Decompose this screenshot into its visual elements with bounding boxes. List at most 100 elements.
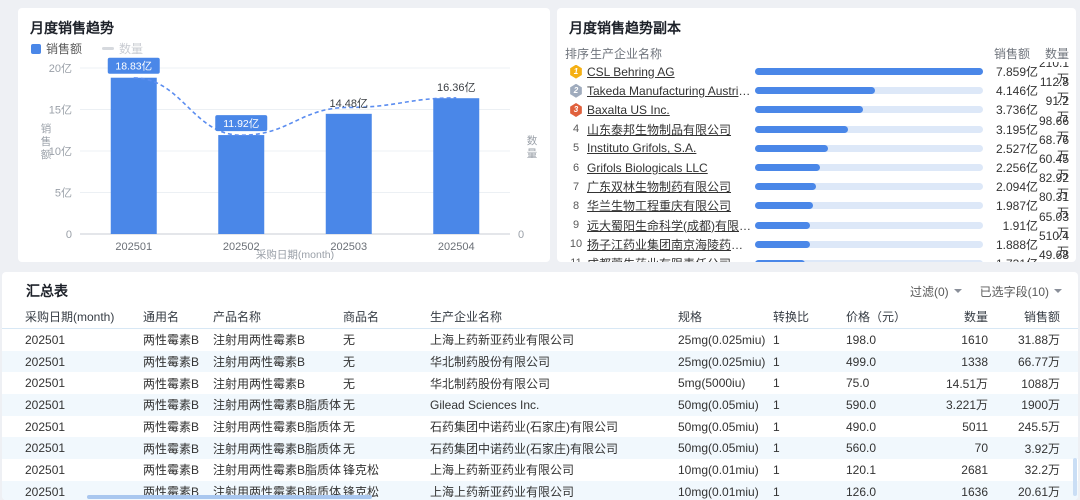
manufacturer-link[interactable]: 广东双林生物制药有限公司 <box>587 178 755 195</box>
sales-value: 1.888亿 <box>989 236 1038 253</box>
table-cell: 490.0 <box>846 420 926 434</box>
table-cell: 无 <box>343 396 430 413</box>
table-cell: 50mg(0.05miu) <box>678 420 773 434</box>
table-cell: 华北制药股份有限公司 <box>430 353 678 370</box>
vertical-scrollbar-thumb[interactable] <box>1073 458 1077 496</box>
table-cell: 5mg(5000iu) <box>678 376 773 390</box>
sales-bar-fill <box>755 164 820 171</box>
table-header-cell: 规格 <box>678 308 773 325</box>
bar-202503[interactable] <box>326 114 372 234</box>
table-cell: 1 <box>773 485 846 499</box>
y-axis-tick: 20亿 <box>49 62 72 75</box>
table-cell: Gilead Sciences Inc. <box>430 398 678 412</box>
sales-value: 4.146亿 <box>989 82 1038 99</box>
caret-down-icon <box>1054 289 1062 297</box>
table-cell: 1 <box>773 333 846 347</box>
table-cell: 注射用两性霉素B <box>213 353 343 370</box>
manufacturer-link[interactable]: Baxalta US Inc. <box>587 103 755 117</box>
table-cell: 注射用两性霉素B脂质体 <box>213 396 343 413</box>
table-cell: 14.51万 <box>926 375 988 392</box>
manufacturer-link[interactable]: 扬子江药业集团南京海陵药业有限公司,江苏... <box>587 236 755 253</box>
rank-number: 4 <box>573 123 579 135</box>
table-cell: 1 <box>773 463 846 477</box>
table-cell: 1338 <box>926 355 988 369</box>
selected-fields-dropdown[interactable]: 已选字段(10) <box>980 283 1062 300</box>
table-row: 202501两性霉素B注射用两性霉素B脂质体锋克松上海上药新亚药业有限公司10m… <box>2 459 1078 481</box>
table-cell: 560.0 <box>846 441 926 455</box>
x-axis-title: 采购日期(month) <box>256 248 334 260</box>
manufacturer-link[interactable]: 山东泰邦生物制品有限公司 <box>587 121 755 138</box>
rank-number: 8 <box>573 200 579 212</box>
ranking-row: 1 CSL Behring AG 7.859亿 210.1万 <box>557 62 1076 81</box>
table-cell: 10mg(0.01miu) <box>678 463 773 477</box>
bar-202504[interactable] <box>433 98 479 234</box>
table-row: 202501两性霉素B注射用两性霉素B无华北制药股份有限公司25mg(0.025… <box>2 351 1078 373</box>
sales-bar-fill <box>755 183 816 190</box>
manufacturer-link[interactable]: 成都蓉生药业有限责任公司 <box>587 255 755 262</box>
manufacturer-link[interactable]: Takeda Manufacturing Austria AG <box>587 84 755 98</box>
sales-bar-track <box>755 241 983 248</box>
table-cell: 1088万 <box>988 375 1060 392</box>
ranking-list: 1 CSL Behring AG 7.859亿 210.1万 2 Takeda … <box>557 62 1076 262</box>
table-cell: 两性霉素B <box>143 440 213 457</box>
bar-label: 18.83亿 <box>115 60 152 73</box>
summary-table-toolbar: 汇总表 过滤(0) 已选字段(10) <box>2 272 1078 301</box>
table-cell: 10mg(0.01miu) <box>678 485 773 499</box>
sales-value: 1.731亿 <box>989 255 1038 262</box>
sales-value: 2.094亿 <box>989 178 1038 195</box>
table-row: 202501两性霉素B注射用两性霉素B无华北制药股份有限公司5mg(5000iu… <box>2 372 1078 394</box>
ranking-col-rank: 排序 <box>565 45 589 62</box>
quantity-value: 49.68万 <box>1038 248 1069 262</box>
table-cell: 1 <box>773 420 846 434</box>
y2-axis-tick: 0 <box>518 229 524 241</box>
y-axis-title: 售 <box>41 135 52 148</box>
manufacturer-link[interactable]: CSL Behring AG <box>587 65 755 79</box>
table-header-cell: 销售额 <box>988 308 1060 325</box>
sales-bar-fill <box>755 241 810 248</box>
horizontal-scrollbar-thumb[interactable] <box>87 495 372 499</box>
ranking-col-sales: 销售额 <box>994 45 1030 62</box>
table-cell: 198.0 <box>846 333 926 347</box>
sales-bar-fill <box>755 106 863 113</box>
selected-fields-label: 已选字段(10) <box>980 283 1049 300</box>
manufacturer-link[interactable]: Instituto Grifols, S.A. <box>587 141 755 155</box>
table-cell: 两性霉素B <box>143 353 213 370</box>
manufacturer-link[interactable]: 远大蜀阳生命科学(成都)有限公司 <box>587 217 755 234</box>
filter-dropdown[interactable]: 过滤(0) <box>910 283 962 300</box>
manufacturer-link[interactable]: Grifols Biologicals LLC <box>587 161 755 175</box>
sales-bar-track <box>755 222 983 229</box>
table-cell: 1 <box>773 441 846 455</box>
manufacturer-link[interactable]: 华兰生物工程重庆有限公司 <box>587 197 755 214</box>
table-header-cell: 价格（元） <box>846 308 926 325</box>
sales-bar-track <box>755 126 983 133</box>
table-cell: 202501 <box>25 463 143 477</box>
table-cell: 无 <box>343 375 430 392</box>
ranking-row: 9 远大蜀阳生命科学(成都)有限公司 1.91亿 65.03万 <box>557 216 1076 235</box>
table-cell: 锋克松 <box>343 461 430 478</box>
y2-axis-title: 数 <box>527 134 538 147</box>
summary-table-title: 汇总表 <box>26 281 68 301</box>
table-cell: 5011 <box>926 420 988 434</box>
trend-chart-title: 月度销售趋势 <box>18 8 550 38</box>
table-cell: 50mg(0.05miu) <box>678 398 773 412</box>
ranking-row: 11 成都蓉生药业有限责任公司 1.731亿 49.68万 <box>557 254 1076 262</box>
sales-value: 7.859亿 <box>989 63 1038 80</box>
table-cell: 石药集团中诺药业(石家庄)有限公司 <box>430 440 678 457</box>
bar-label: 16.36亿 <box>437 81 476 94</box>
ranking-header: 排序 生产企业名称 销售额 数量 <box>557 45 1076 59</box>
bar-202502[interactable] <box>218 135 264 234</box>
table-cell: 上海上药新亚药业有限公司 <box>430 331 678 348</box>
ranking-col-qty: 数量 <box>1045 45 1069 62</box>
table-header-cell: 通用名 <box>143 308 213 325</box>
table-cell: 1 <box>773 355 846 369</box>
sales-bar-fill <box>755 126 848 133</box>
rank-number: 10 <box>570 238 582 250</box>
table-cell: 70 <box>926 441 988 455</box>
table-cell: 无 <box>343 353 430 370</box>
table-cell: 无 <box>343 440 430 457</box>
y-axis-tick: 0 <box>66 229 72 241</box>
bar-202501[interactable] <box>111 78 157 234</box>
table-row: 202501两性霉素B注射用两性霉素B脂质体无Gilead Sciences I… <box>2 394 1078 416</box>
table-row: 202501两性霉素B注射用两性霉素B无上海上药新亚药业有限公司25mg(0.0… <box>2 329 1078 351</box>
table-cell: 590.0 <box>846 398 926 412</box>
